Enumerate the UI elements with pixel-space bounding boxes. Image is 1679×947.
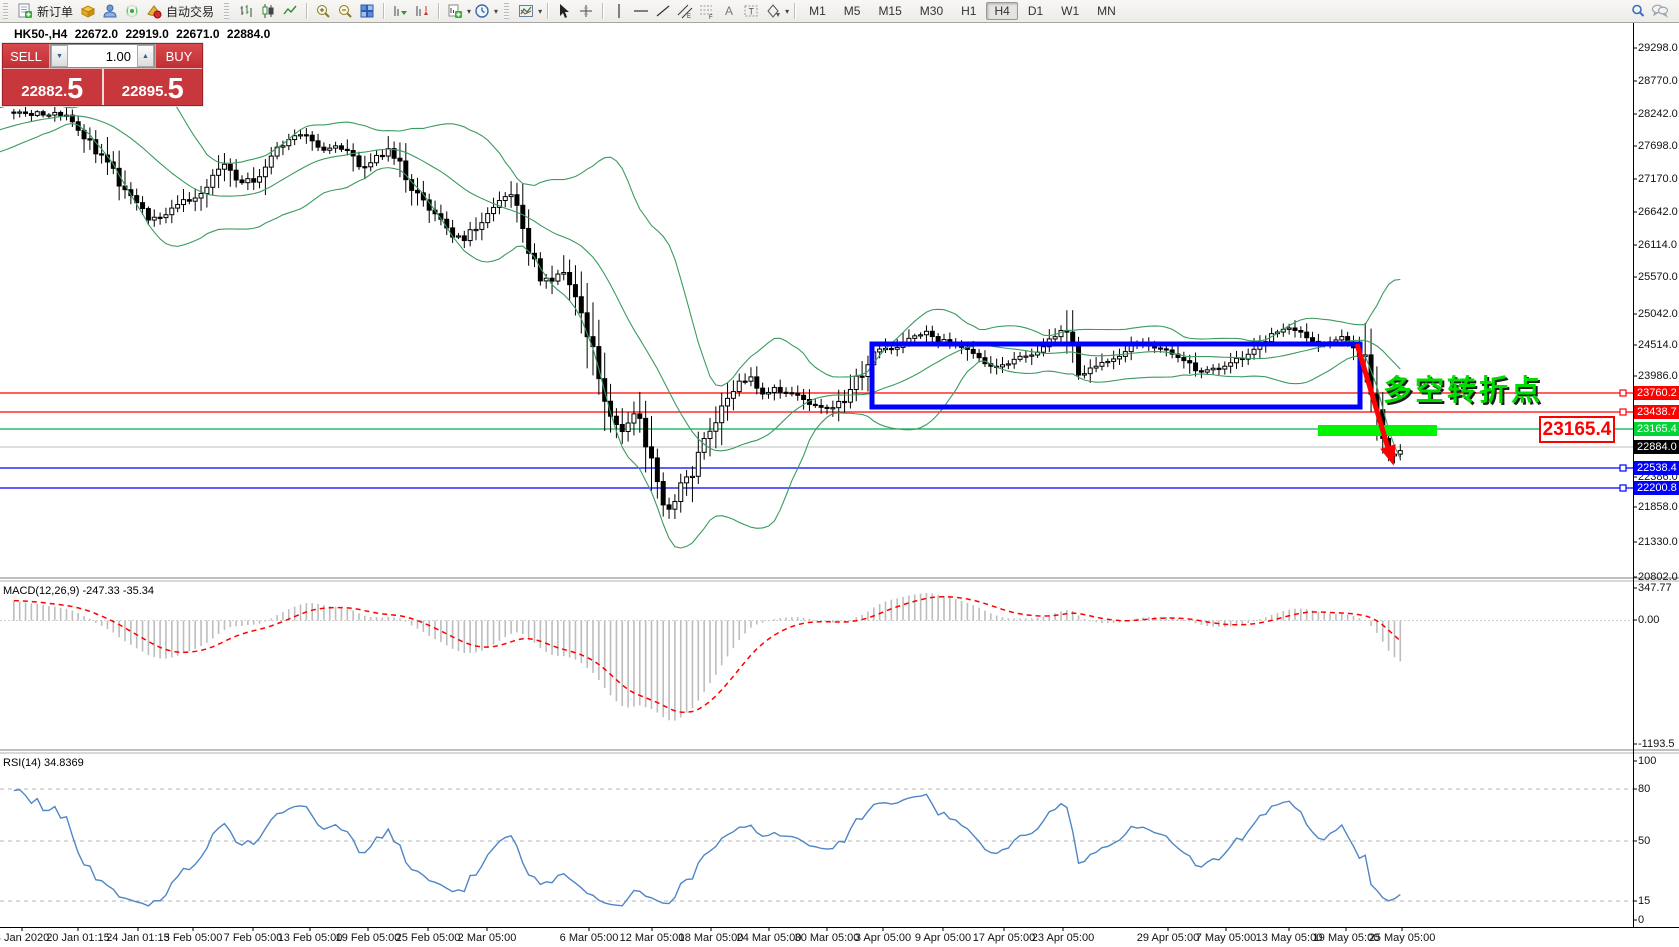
one-click-trading-panel: SELL ▼ ▲ BUY 22882.5 22895.5 xyxy=(2,43,203,106)
volume-decrease-button[interactable]: ▼ xyxy=(51,45,68,67)
buy-price-big: 5 xyxy=(168,76,184,102)
sell-price-big: 5 xyxy=(67,76,83,102)
sell-price[interactable]: 22882.5 xyxy=(3,69,102,105)
buy-button[interactable]: BUY xyxy=(155,44,202,68)
mt4-window: 新订单 自动交易 xyxy=(0,0,1679,947)
volume-increase-button[interactable]: ▲ xyxy=(137,45,154,67)
sell-price-main: 22882. xyxy=(21,82,67,102)
chart-canvas[interactable] xyxy=(0,0,1679,947)
buy-price[interactable]: 22895.5 xyxy=(104,69,203,105)
volume-input[interactable] xyxy=(68,45,137,67)
buy-price-main: 22895. xyxy=(122,82,168,102)
sell-button[interactable]: SELL xyxy=(3,44,50,68)
